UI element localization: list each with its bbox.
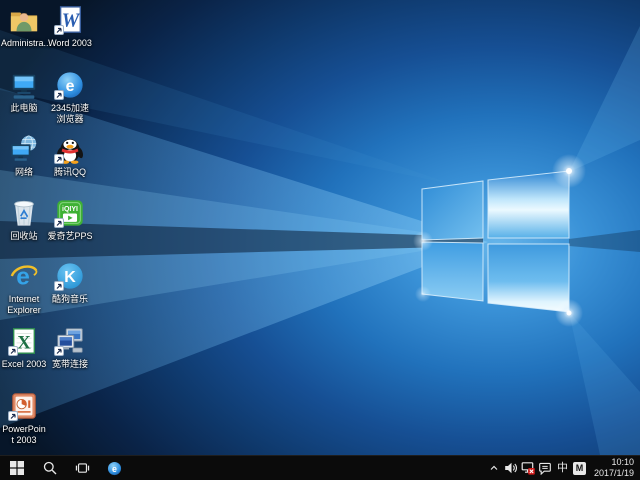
desktop-icon-label: Administra... (1, 38, 47, 49)
desktop-icon-recycle-bin[interactable]: 回收站 (1, 197, 47, 242)
shortcut-arrow-overlay (54, 90, 64, 100)
svg-text:K: K (64, 269, 76, 286)
task-view-icon (75, 461, 90, 475)
desktop-icon-label: 宽带连接 (52, 359, 88, 370)
desktop-icon-label: Excel 2003 (2, 359, 47, 370)
internet-explorer-icon: e (9, 261, 39, 291)
system-tray: 中 M 10:10 2017/1/19 (486, 456, 640, 480)
svg-text:iQIYI: iQIYI (62, 206, 78, 213)
user-folder-icon (9, 5, 39, 35)
shortcut-arrow-overlay (54, 281, 64, 291)
desktop-icon-label: 网络 (15, 167, 33, 178)
desktop-icon-label: 回收站 (10, 231, 37, 242)
desktop-icon-network[interactable]: 网络 (1, 133, 47, 178)
desktop-icon-label: PowerPoint 2003 (1, 424, 47, 446)
svg-text:X: X (17, 333, 31, 354)
ime-mode-label: M (573, 462, 586, 475)
windows-hero-wallpaper (0, 0, 640, 455)
network-icon (9, 134, 39, 164)
network-disconnected-icon (521, 461, 535, 475)
desktop-icon-iqiyi-pps[interactable]: iQIYI 爱奇艺PPS (47, 197, 93, 242)
taskbar: e (0, 455, 640, 480)
desktop-icon-label: 酷狗音乐 (52, 294, 88, 305)
desktop-icon-administrator[interactable]: Administra... (1, 4, 47, 49)
desktop-icon-2345-browser[interactable]: e 2345加速浏览器 (47, 69, 93, 125)
computer-icon (9, 70, 39, 100)
taskbar-left: e (0, 456, 130, 480)
desktop-icon-label: 爱奇艺PPS (47, 231, 92, 242)
taskbar-clock[interactable]: 10:10 2017/1/19 (588, 456, 640, 480)
desktop-icon-kugou-music[interactable]: K 酷狗音乐 (47, 260, 93, 305)
shortcut-arrow-overlay (54, 25, 64, 35)
desktop-icon-label: 此电脑 (10, 103, 37, 114)
desktop-icon-internet-explorer[interactable]: e Internet Explorer (1, 260, 47, 316)
clock-time: 10:10 (611, 457, 634, 468)
shortcut-arrow-overlay (54, 218, 64, 228)
desktop-icon-powerpoint-2003[interactable]: PowerPoint 2003 (1, 390, 47, 446)
shortcut-arrow-overlay (8, 346, 18, 356)
shortcut-arrow-overlay (54, 346, 64, 356)
start-button[interactable] (0, 456, 34, 480)
svg-text:e: e (112, 463, 117, 473)
search-icon (43, 461, 57, 475)
tray-ime-mode-indicator[interactable]: M (571, 456, 588, 480)
desktop-icon-word-2003[interactable]: W Word 2003 (47, 4, 93, 49)
desktop: Administra... 此电脑 网络 (0, 0, 640, 455)
desktop-icon-label: Word 2003 (48, 38, 92, 49)
desktop-icon-label: 腾讯QQ (54, 167, 86, 178)
2345-browser-icon: e (107, 461, 122, 476)
desktop-icon-this-pc[interactable]: 此电脑 (1, 69, 47, 114)
recycle-bin-icon (9, 198, 39, 228)
tray-volume-button[interactable] (503, 456, 520, 480)
speaker-icon (504, 461, 518, 475)
tray-network-disconnected-button[interactable] (520, 456, 537, 480)
ime-language-label: 中 (557, 463, 568, 474)
desktop-icon-label: 2345加速浏览器 (47, 103, 93, 125)
desktop-icon-excel-2003[interactable]: X Excel 2003 (1, 325, 47, 370)
svg-text:e: e (66, 78, 75, 95)
tray-ime-language-indicator[interactable]: 中 (554, 456, 571, 480)
windows-start-icon (10, 461, 24, 475)
taskbar-app-2345-browser[interactable]: e (98, 456, 130, 480)
desktop-icon-tencent-qq[interactable]: 腾讯QQ (47, 133, 93, 178)
search-button[interactable] (34, 456, 66, 480)
svg-text:W: W (62, 10, 81, 32)
desktop-icon-broadband[interactable]: 宽带连接 (47, 325, 93, 370)
action-center-icon (538, 461, 552, 475)
task-view-button[interactable] (66, 456, 98, 480)
desktop-icon-label: Internet Explorer (1, 294, 47, 316)
clock-date: 2017/1/19 (594, 468, 634, 479)
tray-action-center-button[interactable] (537, 456, 554, 480)
chevron-up-icon (488, 462, 500, 474)
tray-show-hidden-icons-button[interactable] (486, 456, 503, 480)
shortcut-arrow-overlay (54, 154, 64, 164)
shortcut-arrow-overlay (8, 411, 18, 421)
